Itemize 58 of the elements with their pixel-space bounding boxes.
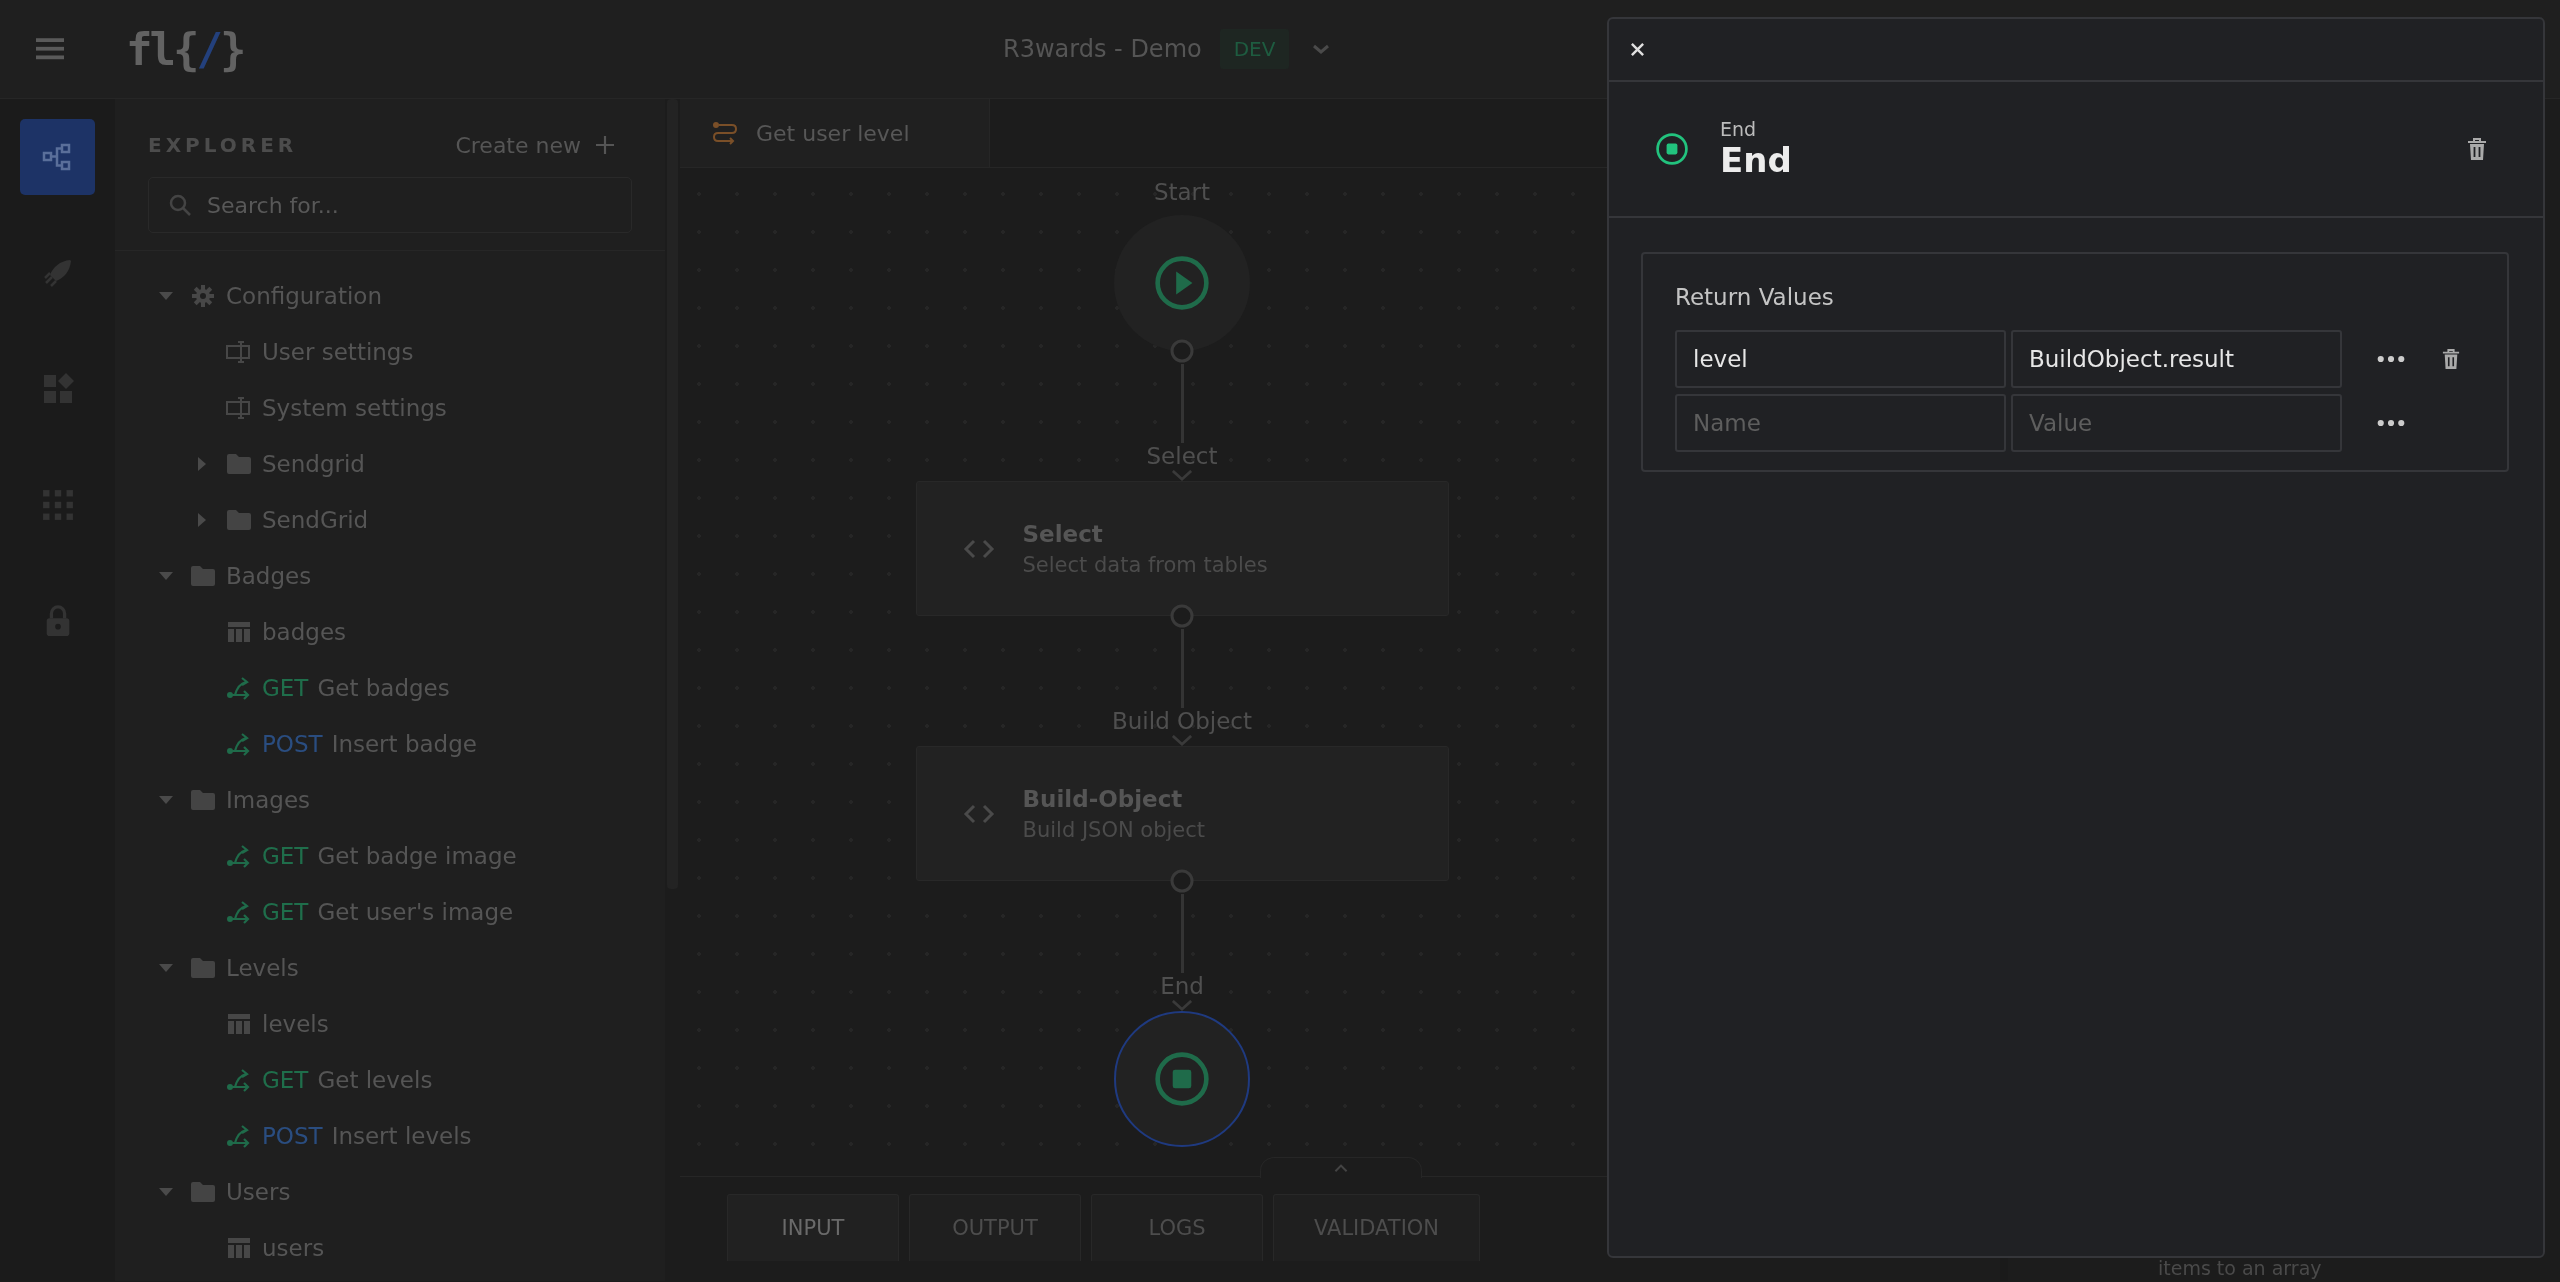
route-icon [226,1124,252,1148]
settings-panel-icon [226,396,252,420]
route-icon [226,900,252,924]
arrowhead-icon [1171,735,1193,746]
folder-icon [190,956,216,980]
route-icon [226,676,252,700]
http-method: POST [262,1123,323,1149]
flow-icon[interactable] [20,119,95,195]
search-icon [168,193,192,217]
logo: fl{/} [126,23,244,75]
more-icon[interactable] [2377,355,2405,363]
route-icon [226,844,252,868]
trash-icon[interactable] [2442,348,2460,370]
stop-icon [1153,1050,1211,1108]
section-title: Return Values [1675,284,1835,310]
folder-icon [226,452,252,476]
stop-circle-icon [1654,131,1690,167]
code-icon [962,538,995,559]
port-circle[interactable] [1169,868,1195,894]
folder-icon [226,508,252,532]
table-icon [226,1012,252,1036]
close-icon[interactable] [1630,42,1645,57]
port-circle[interactable] [1169,338,1195,364]
search-field[interactable]: Search for... [148,177,632,233]
node-type: End [1720,118,1758,140]
value-field[interactable]: BuildObject.result [2011,330,2342,388]
trash-icon[interactable] [2467,137,2487,161]
http-method: GET [262,675,309,701]
port-circle[interactable] [1169,603,1195,629]
arrowhead-icon [1171,1000,1193,1011]
settings-panel-icon [226,340,252,364]
route-icon [712,121,738,145]
chevron-down-icon[interactable] [1311,43,1332,55]
value-field[interactable]: Value [2011,394,2342,452]
arrowhead-icon [1171,470,1193,481]
folder-icon [190,788,216,812]
name-field[interactable]: level [1675,330,2006,388]
route-icon [226,1068,252,1092]
gear-icon [190,284,216,308]
more-icon[interactable] [2377,419,2405,427]
node-title: End [1720,140,1792,180]
http-method: GET [262,899,309,925]
table-icon [226,1236,252,1260]
folder-icon [190,1180,216,1204]
http-method: GET [262,1067,309,1093]
panel-tab[interactable]: INPUT [727,1194,899,1261]
plus-icon [595,135,615,155]
name-field[interactable]: Name [1675,394,2006,452]
folder-icon [190,564,216,588]
http-method: GET [262,843,309,869]
play-icon [1153,254,1211,312]
chevron-up-icon [1333,1163,1349,1173]
table-icon [226,620,252,644]
http-method: POST [262,731,323,757]
code-icon [962,803,995,824]
route-icon [226,732,252,756]
panel-toggle[interactable] [1260,1157,1422,1178]
menu-icon[interactable] [36,37,64,61]
